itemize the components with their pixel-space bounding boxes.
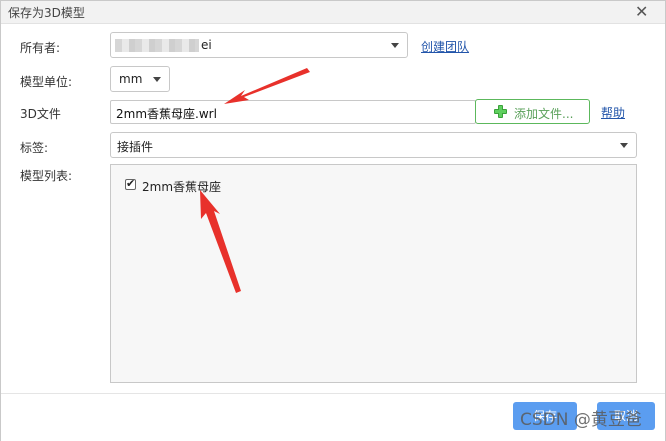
chevron-down-icon	[620, 143, 628, 148]
add-file-button[interactable]: 添加文件...	[475, 99, 590, 124]
help-link[interactable]: 帮助	[601, 104, 625, 121]
file-label: 3D文件	[20, 107, 61, 121]
file-path-input[interactable]: 2mm香蕉母座.wrl	[110, 100, 476, 124]
owner-select[interactable]: ei	[110, 32, 408, 58]
unit-label: 模型单位:	[20, 75, 73, 89]
model-list: ✔ 2mm香蕉母座	[110, 164, 637, 383]
chevron-down-icon	[153, 77, 161, 82]
owner-label: 所有者:	[20, 41, 61, 55]
dialog-title: 保存为3D模型	[8, 6, 85, 20]
dialog-titlebar: 保存为3D模型 ✕	[1, 1, 665, 24]
file-path-value: 2mm香蕉母座.wrl	[116, 107, 217, 121]
model-checkbox[interactable]: ✔	[125, 177, 136, 190]
tags-label: 标签:	[20, 141, 49, 155]
tags-value: 接插件	[117, 140, 154, 154]
tags-select[interactable]: 接插件	[110, 132, 637, 158]
add-file-label: 添加文件...	[514, 107, 574, 121]
close-icon[interactable]: ✕	[635, 2, 648, 22]
owner-value: ei	[201, 38, 212, 52]
checkmark-icon: ✔	[126, 177, 136, 190]
watermark-text: CSDN @黄豆爸	[520, 410, 642, 430]
unit-select[interactable]: mm	[110, 66, 170, 92]
green-plus-icon	[494, 105, 507, 118]
unit-value: mm	[119, 72, 143, 86]
owner-name-redacted	[115, 39, 199, 52]
chevron-down-icon	[391, 43, 399, 48]
model-item-label: 2mm香蕉母座	[142, 180, 222, 194]
save-3d-model-dialog: 保存为3D模型 ✕ 所有者: ei 创建团队 模型单位: mm 3D文件 2mm…	[0, 0, 666, 441]
create-team-link[interactable]: 创建团队	[421, 38, 469, 55]
model-list-label: 模型列表:	[20, 169, 73, 183]
